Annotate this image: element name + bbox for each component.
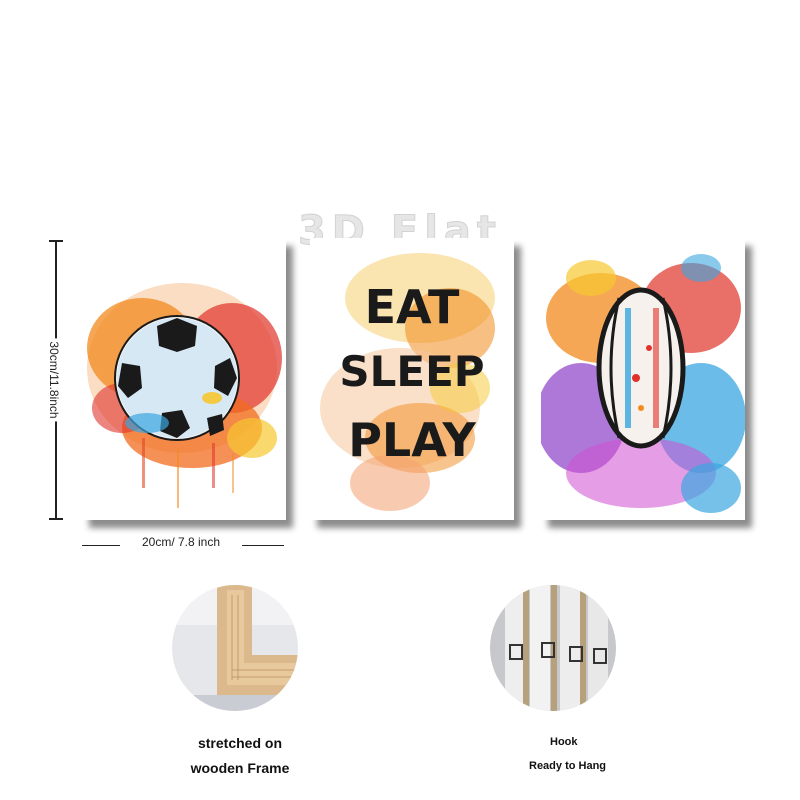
sleep-text: SLEEP [339, 347, 484, 396]
rugby-ball-print [541, 238, 745, 520]
width-dimension-label: 20cm/ 7.8 inch [141, 535, 221, 549]
height-dimension-top-cap [49, 240, 63, 242]
hook-caption: Hook Ready to Hang [492, 736, 642, 772]
hook-caption-line-2: Ready to Hang [529, 760, 607, 772]
wooden-frame-caption-line-1: stretched on [197, 735, 282, 751]
soccer-ball-artwork [82, 238, 286, 520]
eat-sleep-play-artwork: EAT SLEEP PLAY [310, 238, 514, 520]
wooden-frame-closeup [172, 585, 298, 711]
wooden-frame-caption: stretched on wooden Frame [175, 731, 305, 781]
soccer-ball-print [82, 238, 286, 520]
eat-text: EAT [365, 280, 460, 334]
height-dimension-bottom-cap [49, 518, 63, 520]
hook-closeup [490, 585, 616, 711]
hook-photo [490, 585, 616, 711]
width-dimension-line-left [82, 545, 120, 546]
height-dimension-label: 30cm/11.8inch [47, 338, 61, 422]
rugby-ball-artwork [541, 238, 745, 520]
eat-sleep-play-print: EAT SLEEP PLAY [310, 238, 514, 520]
hook-caption-line-1: Hook [550, 736, 578, 748]
width-dimension-line-right [242, 545, 284, 546]
wooden-frame-photo [172, 585, 298, 711]
play-text: PLAY [348, 413, 476, 467]
wooden-frame-caption-line-2: wooden Frame [190, 760, 290, 776]
